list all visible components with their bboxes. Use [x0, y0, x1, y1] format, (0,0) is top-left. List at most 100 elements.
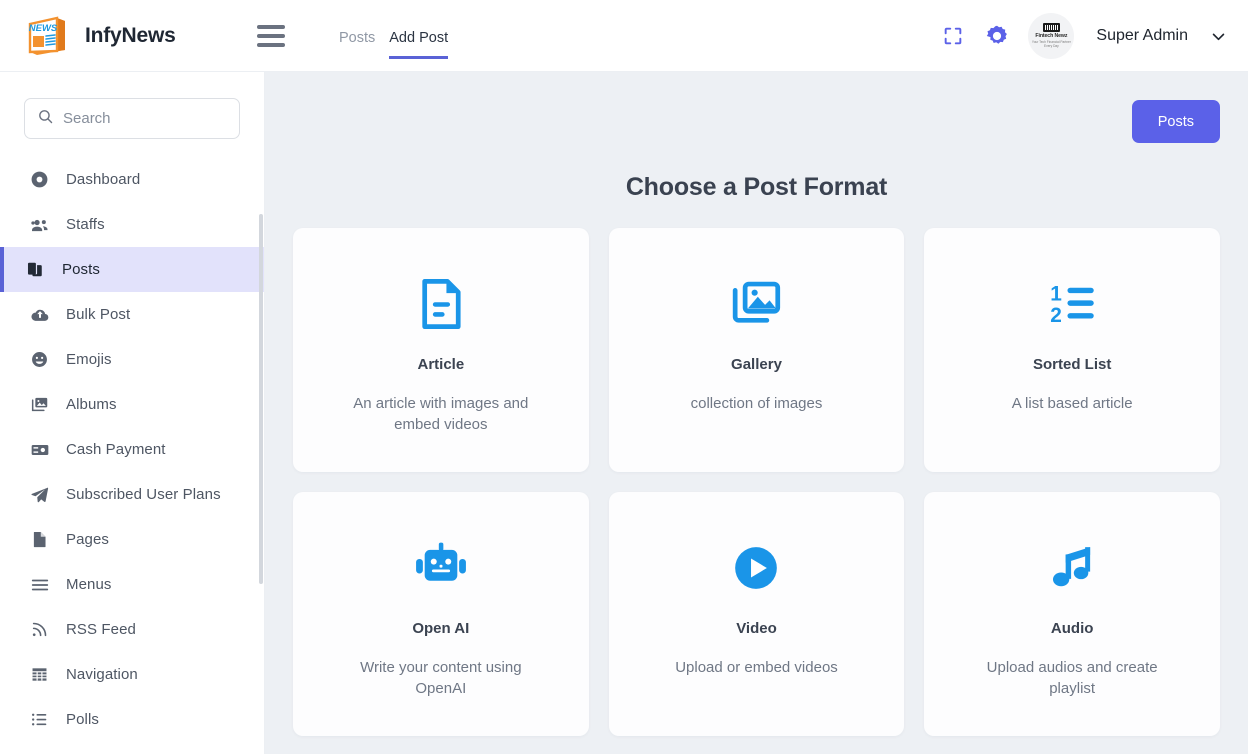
sidebar-scrollbar[interactable] [259, 214, 263, 754]
post-format-card-sorted-list[interactable]: 1 2 Sorted List A list based article [924, 228, 1220, 472]
page-tabs: Posts Add Post [339, 13, 449, 59]
sidebar-item-cash-payment[interactable]: Cash Payment [0, 427, 264, 472]
tab-add-post[interactable]: Add Post [389, 31, 449, 59]
sidebar-item-label: Albums [66, 396, 117, 413]
sidebar-item-subscribed-user-plans[interactable]: Subscribed User Plans [0, 472, 264, 517]
tab-posts[interactable]: Posts [339, 31, 375, 59]
card-title: Gallery [731, 356, 782, 373]
gear-icon[interactable] [984, 23, 1010, 49]
svg-text:1: 1 [1050, 282, 1062, 305]
sidebar-item-label: Menus [66, 576, 112, 593]
document-icon [412, 272, 470, 336]
post-format-grid: Article An article with images and embed… [293, 228, 1220, 736]
card-title: Open AI [412, 620, 470, 637]
sidebar-item-plans[interactable]: Plans [0, 742, 264, 754]
list-bullet-icon [29, 710, 50, 729]
sidebar-item-staffs[interactable]: Staffs [0, 202, 264, 247]
card-description: Upload audios and create playlist [986, 659, 1158, 698]
svg-text:2: 2 [1050, 304, 1062, 327]
avatar[interactable]: Fintech Newz Your Tech Financial Partner… [1028, 12, 1075, 59]
money-icon [29, 440, 50, 460]
sidebar-item-emojis[interactable]: Emojis [0, 337, 264, 382]
newspaper-logo-icon: NEWS [24, 12, 71, 59]
card-description: Upload or embed videos [675, 659, 838, 676]
cloud-upload-icon [29, 305, 50, 325]
sidebar-item-label: Subscribed User Plans [66, 486, 221, 503]
main-content: Posts Choose a Post Format Article An ar… [265, 72, 1248, 754]
card-title: Article [417, 356, 465, 373]
page-icon [29, 530, 50, 549]
sidebar-item-label: RSS Feed [66, 621, 136, 638]
card-description: A list based article [1011, 395, 1133, 412]
sidebar-nav-list: Dashboard Staffs Posts Bulk Post Emojis … [0, 157, 264, 754]
brand-area: NEWS InfyNews [0, 12, 265, 59]
sidebar-item-label: Cash Payment [66, 441, 166, 458]
avatar-title: Fintech Newz [1035, 33, 1068, 39]
sidebar-item-label: Navigation [66, 666, 138, 683]
posts-icon [25, 260, 46, 279]
app-root: NEWS InfyNews Posts Add Post Fintech New… [0, 0, 1248, 754]
dashboard-icon [29, 170, 50, 189]
search-input[interactable] [63, 110, 227, 127]
card-title: Video [736, 620, 777, 637]
sidebar-item-polls[interactable]: Polls [0, 697, 264, 742]
sidebar-item-rss-feed[interactable]: RSS Feed [0, 607, 264, 652]
search-icon [37, 108, 54, 130]
numbered-list-icon: 1 2 [1043, 272, 1101, 336]
sidebar-item-label: Pages [66, 531, 110, 548]
rss-icon [29, 620, 50, 639]
sidebar-item-navigation[interactable]: Navigation [0, 652, 264, 697]
topbar-actions: Fintech Newz Your Tech Financial Partner… [940, 12, 1248, 59]
main-toolbar: Posts [293, 72, 1220, 143]
paper-plane-icon [29, 485, 50, 505]
post-format-card-open-ai[interactable]: Open AI Write your content using OpenAI [293, 492, 589, 736]
avatar-subtitle: Your Tech Financial Partner Every Day [1031, 40, 1071, 48]
post-format-card-video[interactable]: Video Upload or embed videos [608, 492, 905, 736]
menu-lines-icon [29, 575, 50, 595]
sidebar-item-label: Staffs [66, 216, 105, 233]
sidebar-item-posts[interactable]: Posts [0, 247, 264, 292]
albums-icon [29, 395, 50, 415]
card-description: collection of images [690, 395, 823, 412]
card-title: Audio [1050, 620, 1094, 637]
sidebar: Dashboard Staffs [0, 72, 265, 754]
avatar-image: Fintech Newz Your Tech Financial Partner… [1028, 13, 1074, 59]
fullscreen-icon[interactable] [940, 23, 966, 49]
sidebar-scroll-area: Dashboard Staffs [0, 72, 264, 754]
sidebar-item-label: Bulk Post [66, 306, 131, 323]
post-format-card-gallery[interactable]: Gallery collection of images [608, 228, 905, 472]
svg-text:NEWS: NEWS [29, 23, 58, 34]
play-circle-icon [727, 536, 785, 600]
sidebar-item-label: Emojis [66, 351, 112, 368]
sidebar-item-albums[interactable]: Albums [0, 382, 264, 427]
username-label: Super Admin [1096, 26, 1188, 44]
sidebar-item-dashboard[interactable]: Dashboard [0, 157, 264, 202]
chevron-down-icon[interactable] [1210, 28, 1226, 44]
grid-table-icon [29, 665, 50, 684]
posts-button[interactable]: Posts [1131, 100, 1220, 143]
avatar-logo-mark [1042, 23, 1060, 32]
card-title: Sorted List [1032, 356, 1112, 373]
image-stack-icon [727, 272, 785, 336]
sidebar-item-menus[interactable]: Menus [0, 562, 264, 607]
card-description: Write your content using OpenAI [360, 659, 522, 698]
page-title: Choose a Post Format [625, 173, 888, 201]
sidebar-item-pages[interactable]: Pages [0, 517, 264, 562]
sidebar-item-label: Dashboard [66, 171, 141, 188]
post-format-card-article[interactable]: Article An article with images and embed… [293, 228, 589, 472]
users-icon [29, 215, 50, 235]
sidebar-item-label: Polls [66, 711, 100, 728]
robot-icon [412, 536, 470, 600]
sidebar-item-bulk-post[interactable]: Bulk Post [0, 292, 264, 337]
card-description: An article with images and embed videos [353, 395, 529, 434]
search-box[interactable] [24, 98, 240, 139]
music-note-icon [1043, 536, 1101, 600]
hamburger-icon[interactable] [257, 24, 285, 47]
body-area: Dashboard Staffs [0, 72, 1248, 754]
post-format-card-audio[interactable]: Audio Upload audios and create playlist [924, 492, 1220, 736]
top-navbar: NEWS InfyNews Posts Add Post Fintech New… [0, 0, 1248, 72]
smiley-icon [29, 350, 50, 369]
brand-name: InfyNews [85, 23, 176, 47]
sidebar-item-label: Posts [62, 261, 101, 278]
sidebar-scrollbar-thumb[interactable] [259, 214, 263, 584]
